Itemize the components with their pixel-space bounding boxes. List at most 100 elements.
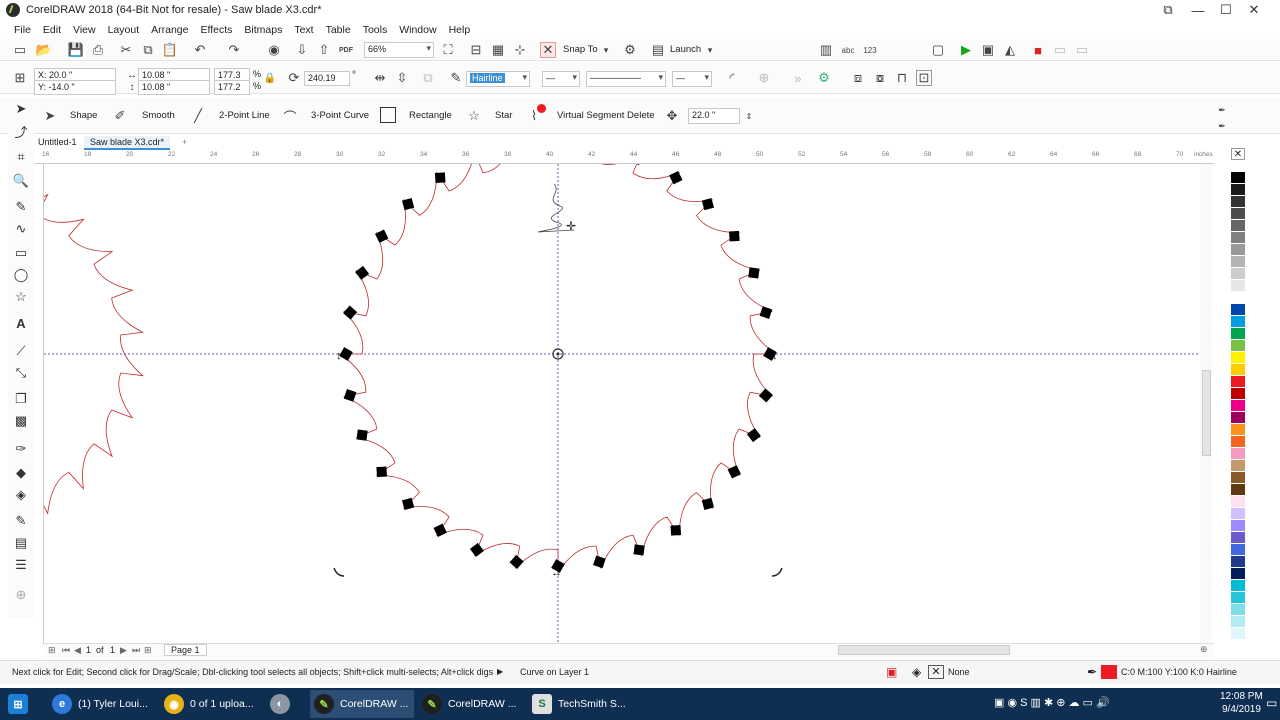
palette-swatch[interactable] xyxy=(1231,628,1245,640)
palette-swatch[interactable] xyxy=(1231,424,1245,436)
intersect-icon[interactable]: ⊓ xyxy=(894,70,910,86)
skew-handle-bottom-icon[interactable]: ↔ xyxy=(551,567,562,579)
palette-swatch[interactable] xyxy=(1231,580,1245,592)
launch-dropdown[interactable]: Launch xyxy=(670,44,701,55)
horizontal-ruler[interactable]: 16 18 20 22 24 26 28 30 32 34 36 38 40 42 44 46 48 50 52 54… xyxy=(34,151,1214,164)
notifications-icon[interactable]: ▭ xyxy=(1266,696,1277,710)
palette-swatch[interactable] xyxy=(1231,292,1245,304)
add-node-icon[interactable]: ⊕ xyxy=(756,70,772,86)
rotate-handle-br-icon[interactable] xyxy=(771,567,783,577)
palette-swatch[interactable] xyxy=(1231,280,1245,292)
rectangle-tool-side-icon[interactable]: ▭ xyxy=(12,244,30,262)
document-color-settings-icon[interactable]: ▣ xyxy=(886,665,897,679)
menu-view[interactable]: View xyxy=(67,24,102,36)
three-point-curve-icon[interactable]: ⌒ xyxy=(282,108,298,125)
palette-swatch[interactable] xyxy=(1231,568,1245,580)
no-fill-swatch[interactable]: ✕ xyxy=(928,665,944,679)
start-button[interactable]: ⊞ xyxy=(4,690,40,718)
close-button[interactable]: ✕ xyxy=(1240,0,1268,20)
tab-saw-blade[interactable]: Saw blade X3.cdr* xyxy=(84,136,171,150)
freehand-tool-icon[interactable]: ✎ xyxy=(12,198,30,216)
two-point-line-label[interactable]: 2-Point Line xyxy=(219,110,270,121)
clock-date[interactable]: 9/4/2019 xyxy=(1222,704,1261,715)
drawing-canvas[interactable]: ✛ ↕ ↕ ↔ xyxy=(44,164,1202,644)
rectangle-tool-label[interactable]: Rectangle xyxy=(409,110,452,121)
options-gear-icon[interactable]: ⚙ xyxy=(622,42,638,58)
smooth-tool-label[interactable]: Smooth xyxy=(142,110,175,121)
taskbar-item-techsmith[interactable]: S TechSmith S... xyxy=(528,690,632,718)
menu-bitmaps[interactable]: Bitmaps xyxy=(238,24,288,36)
add-page-icon[interactable]: ⊞ xyxy=(144,645,152,656)
add-tool-icon[interactable]: ⊕ xyxy=(12,586,30,604)
palette-swatch[interactable] xyxy=(1231,484,1245,496)
create-boundary-icon[interactable]: ⊡ xyxy=(916,70,932,86)
outline-tool-icon[interactable]: ✎ xyxy=(12,512,30,530)
palette-swatch[interactable] xyxy=(1231,184,1245,196)
fill-icon[interactable]: ◈ xyxy=(912,665,921,679)
more-options-icon[interactable]: » xyxy=(790,70,806,86)
palette-swatch[interactable] xyxy=(1231,436,1245,448)
ellipse-tool-icon[interactable]: ◯ xyxy=(12,266,30,284)
horizontal-scroll-thumb[interactable] xyxy=(838,645,1010,655)
drop-shadow-icon[interactable]: ❐ xyxy=(12,390,30,408)
shape-edit-tool-icon[interactable]: ⤴ xyxy=(12,122,30,140)
rotate-handle-bl-icon[interactable] xyxy=(333,567,345,577)
zoom-level-dropdown[interactable]: 66% xyxy=(364,42,434,58)
menu-text[interactable]: Text xyxy=(288,24,319,36)
palette-swatch[interactable] xyxy=(1231,388,1245,400)
combine-icon[interactable]: ⧉ xyxy=(420,70,436,86)
record-icon[interactable]: ▭ xyxy=(1074,42,1090,58)
trim-icon[interactable]: ⧇ xyxy=(872,70,888,86)
outline-pen-icon[interactable]: ✎ xyxy=(448,70,464,86)
numbering-icon[interactable]: 123 xyxy=(862,42,878,58)
skew-handle-right-icon[interactable]: ↕ xyxy=(772,350,778,362)
interactive-fill-icon[interactable]: ◆ xyxy=(12,464,30,482)
skew-handle-left-icon[interactable]: ↕ xyxy=(336,350,342,362)
crop-tool-icon[interactable]: ⌗ xyxy=(12,148,30,166)
palette-swatch[interactable] xyxy=(1231,304,1245,316)
application-launcher-icon[interactable]: ▤ xyxy=(650,42,666,58)
rectangle-tool-icon[interactable] xyxy=(380,107,396,123)
first-page-icon[interactable]: ⊞ xyxy=(48,645,56,656)
snap-to-chevron-icon[interactable]: ▾ xyxy=(598,42,614,58)
two-point-line-icon[interactable]: ╱ xyxy=(190,108,206,124)
mesh-fill-icon[interactable]: ▤ xyxy=(12,534,30,552)
outline-color-swatch[interactable] xyxy=(1101,665,1117,679)
document-icon[interactable]: ▢ xyxy=(930,42,946,58)
smooth-tool-icon[interactable]: ✐ xyxy=(112,108,128,124)
undo-icon[interactable]: ↶ xyxy=(192,42,208,58)
full-screen-icon[interactable]: ⛶ xyxy=(440,42,456,58)
rotation-angle-field[interactable]: 240.19 xyxy=(304,71,350,86)
pause-icon[interactable]: ▭ xyxy=(1052,42,1068,58)
palette-swatch[interactable] xyxy=(1231,172,1245,184)
lock-ratio-icon[interactable]: 🔒 xyxy=(262,70,278,86)
mirror-horizontal-icon[interactable]: ⇹ xyxy=(372,70,388,86)
menu-layout[interactable]: Layout xyxy=(102,24,146,36)
palette-swatch[interactable] xyxy=(1231,268,1245,280)
taskbar-item-edge[interactable]: e (1) Tyler Loui... xyxy=(48,690,158,718)
close-curve-icon[interactable]: ◜ xyxy=(724,70,740,86)
scale-y-field[interactable]: 177.2 xyxy=(214,80,250,95)
start-arrow-dropdown[interactable]: — xyxy=(542,71,580,87)
barcode-icon[interactable]: ▥ xyxy=(818,42,834,58)
palette-swatch[interactable] xyxy=(1231,556,1245,568)
vertical-scroll-thumb[interactable] xyxy=(1202,370,1211,456)
end-arrow-dropdown[interactable]: — xyxy=(672,71,712,87)
transparency-icon[interactable]: ▩ xyxy=(12,412,30,430)
palette-swatch[interactable] xyxy=(1231,196,1245,208)
artistic-media-icon[interactable]: ∿ xyxy=(12,220,30,238)
nudge-spinner-icon[interactable]: ⇕ xyxy=(741,108,757,124)
taskbar-item-coreldraw-1[interactable]: ✎ CorelDRAW ... xyxy=(310,690,414,718)
palette-swatch[interactable] xyxy=(1231,208,1245,220)
height-field[interactable]: 10.08 " xyxy=(138,80,210,95)
run-macro-icon[interactable]: ▶ xyxy=(958,42,974,58)
smart-fill-icon[interactable]: ◈ xyxy=(12,486,30,504)
next-page-button[interactable]: ▶ xyxy=(120,645,127,656)
menu-tools[interactable]: Tools xyxy=(357,24,394,36)
show-grid-icon[interactable]: ▦ xyxy=(490,42,506,58)
taskbar-item-chrome[interactable]: ◉ 0 of 1 uploa... xyxy=(160,690,264,718)
polygon-tool-icon[interactable]: ☆ xyxy=(12,288,30,306)
zoom-tool-icon[interactable]: 🔍 xyxy=(12,172,30,190)
publish-pdf-icon[interactable]: PDF xyxy=(338,42,354,58)
palette-swatch[interactable] xyxy=(1231,364,1245,376)
